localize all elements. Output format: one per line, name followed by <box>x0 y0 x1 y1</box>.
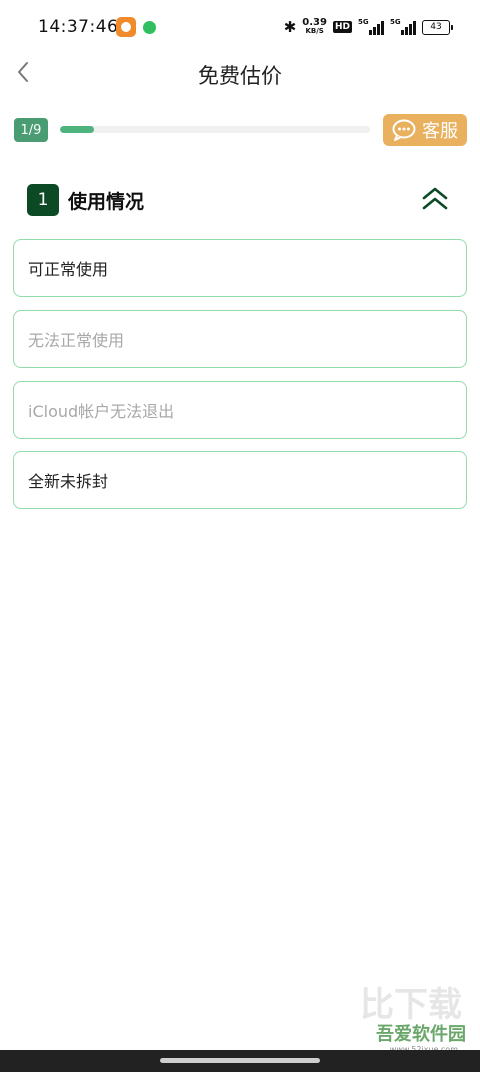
section-title: 使用情况 <box>68 191 145 213</box>
option-label: 全新未拆封 <box>28 472 109 491</box>
signal-icon-2: 5G <box>390 18 416 35</box>
net-speed-value: 0.39 <box>302 17 327 28</box>
progress-row: 1/9 客服 <box>0 114 480 146</box>
signal-1-label: 5G <box>358 18 369 26</box>
video-app-icon <box>116 17 136 37</box>
nav-bar: 免费估价 <box>0 50 480 96</box>
status-bar: 14:37:46 ✱ 0.39 KB/S HD 5G 5G 43 <box>0 0 480 56</box>
option-cannot-use[interactable]: 无法正常使用 <box>13 310 467 368</box>
battery-level: 43 <box>430 22 442 32</box>
net-speed-unit: KB/S <box>305 27 324 35</box>
page-title: 免费估价 <box>198 64 282 88</box>
option-label: iCloud帐户无法退出 <box>28 402 175 421</box>
option-label: 可正常使用 <box>28 260 109 279</box>
status-indicators: ✱ 0.39 KB/S HD 5G 5G 43 <box>283 16 453 38</box>
step-badge: 1/9 <box>14 118 48 142</box>
chat-bubble-icon <box>392 119 416 141</box>
option-normal-use[interactable]: 可正常使用 <box>13 239 467 297</box>
watermark: 比下载 吾爱软件园 www.52ixue.com <box>338 984 468 1054</box>
signal-2-label: 5G <box>390 18 401 26</box>
gesture-bar <box>0 1050 480 1072</box>
status-time: 14:37:46 <box>38 17 119 37</box>
net-speed: 0.39 KB/S <box>302 18 327 36</box>
section-header: 1 使用情况 <box>0 182 480 218</box>
home-indicator[interactable] <box>160 1058 320 1063</box>
option-label: 无法正常使用 <box>28 331 125 350</box>
chat-app-icon <box>143 21 156 34</box>
progress-track <box>60 126 370 133</box>
section-number: 1 <box>27 184 59 216</box>
progress-fill <box>60 126 95 133</box>
option-icloud-locked[interactable]: iCloud帐户无法退出 <box>13 381 467 439</box>
customer-service-button[interactable]: 客服 <box>383 114 467 146</box>
signal-icon-1: 5G <box>358 18 384 35</box>
battery-icon: 43 <box>422 19 453 35</box>
customer-service-label: 客服 <box>422 121 458 142</box>
watermark-text: 吾爱软件园 <box>376 1024 466 1045</box>
double-chevron-up-icon[interactable] <box>420 184 450 214</box>
option-brand-new[interactable]: 全新未拆封 <box>13 451 467 509</box>
hd-badge: HD <box>332 21 352 33</box>
bluetooth-icon: ✱ <box>283 18 297 36</box>
watermark-big-text: 比下载 <box>360 985 462 1025</box>
